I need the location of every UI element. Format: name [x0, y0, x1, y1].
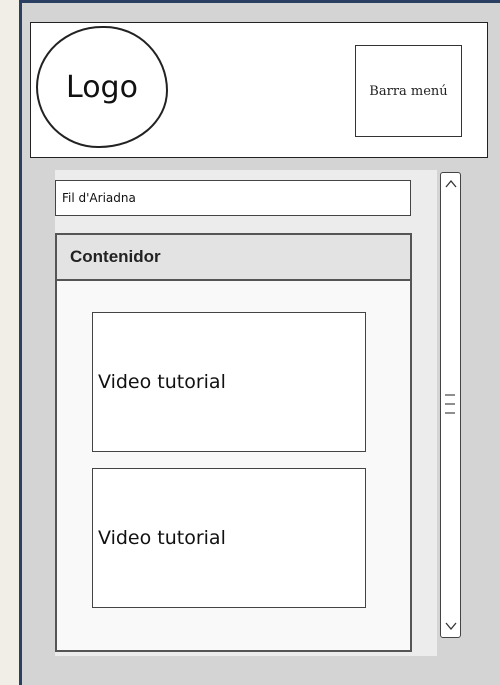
breadcrumb-label: Fil d'Ariadna: [62, 191, 136, 205]
video-label: Video tutorial: [98, 527, 226, 549]
video-tutorial-2[interactable]: Video tutorial: [92, 468, 366, 608]
vertical-scrollbar[interactable]: [440, 172, 461, 638]
video-label: Video tutorial: [98, 371, 226, 393]
breadcrumb[interactable]: Fil d'Ariadna: [55, 180, 411, 216]
chevron-down-icon: [445, 622, 456, 630]
menu-bar-label: Barra menú: [369, 83, 448, 99]
container-title-label: Contenidor: [70, 247, 161, 266]
video-tutorial-1[interactable]: Video tutorial: [92, 312, 366, 452]
logo-label: Logo: [66, 69, 138, 105]
chevron-up-icon: [445, 180, 456, 188]
logo[interactable]: Logo: [36, 26, 168, 148]
scroll-down-button[interactable]: [441, 617, 460, 635]
grip-icon[interactable]: [444, 389, 456, 419]
container-title: Contenidor: [57, 235, 410, 281]
container: Contenidor Video tutorial Video tutorial: [55, 233, 412, 652]
menu-bar[interactable]: Barra menú: [355, 45, 462, 137]
scroll-up-button[interactable]: [441, 175, 460, 193]
